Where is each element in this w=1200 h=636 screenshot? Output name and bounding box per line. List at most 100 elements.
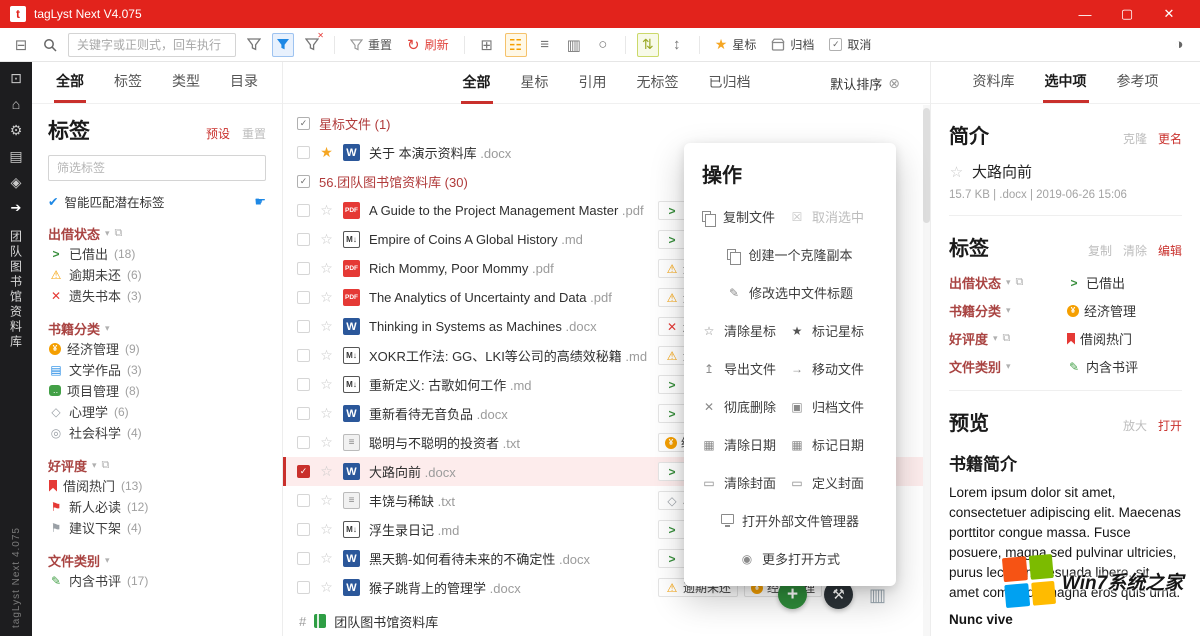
star-outline-icon[interactable]: ☆ [319,376,334,393]
paste-icon[interactable]: ⧉ [1003,332,1011,345]
file-checkbox[interactable] [297,204,310,217]
tag-item[interactable]: ◎社会科学(4) [48,422,266,443]
tag-item[interactable]: ‥项目管理(8) [48,380,266,401]
star-outline-icon[interactable]: ☆ [319,260,334,277]
file-list-scrollbar[interactable] [923,105,930,636]
tag-item[interactable]: ⚑新人必读(12) [48,496,266,517]
star-filled-icon[interactable]: ★ [319,144,334,161]
tag-filter-input[interactable] [48,155,266,181]
detail-tag-value[interactable]: ✎内含书评 [1067,357,1182,376]
filter-clear-button[interactable]: ✕ [301,33,323,57]
save-icon[interactable]: ▤ [9,149,22,163]
detail-tag-group[interactable]: 好评度▾⧉ [949,329,1067,348]
theme-toggle-button[interactable]: ◑ [1168,33,1190,57]
star-outline-icon[interactable]: ☆ [319,492,334,509]
edit-tags-link[interactable]: 编辑 [1158,242,1182,259]
file-checkbox[interactable] [297,436,310,449]
detail-tag-group[interactable]: 文件类别▾ [949,357,1067,376]
cancel-select-button[interactable]: ✓ 取消 [825,33,875,57]
file-checkbox[interactable] [297,233,310,246]
library-footer[interactable]: # 团队图书馆资料库 [283,606,930,636]
file-group-header[interactable]: ✓星标文件 (1) [283,109,930,138]
view-grid-button[interactable]: ⊞ [476,33,498,57]
tag-item[interactable]: ¥经济管理(9) [48,338,266,359]
tag-item[interactable]: ◇心理学(6) [48,401,266,422]
file-checkbox[interactable] [297,146,310,159]
tag-item[interactable]: >已借出(18) [48,243,266,264]
sort-asc-button[interactable]: ⇅ [637,33,659,57]
menu-item[interactable]: →移动文件 [790,359,878,378]
settings-gear-icon[interactable]: ⚙ [10,123,23,137]
star-outline-icon[interactable]: ☆ [319,202,334,219]
tag-item[interactable]: 借阅热门(13) [48,475,266,496]
file-checkbox[interactable] [297,320,310,333]
tag-group-header[interactable]: 文件类别▾ [48,551,266,570]
paste-icon[interactable]: ⧉ [1016,276,1024,289]
tag-icon[interactable]: ◈ [11,175,22,189]
detail-panel-tab[interactable]: 选中项 [1043,62,1089,103]
tag-item[interactable]: ✕遗失书本(3) [48,285,266,306]
tag-item[interactable]: ▤文学作品(3) [48,359,266,380]
file-panel-tab[interactable]: 已归档 [707,62,753,104]
star-outline-icon[interactable]: ☆ [319,579,334,596]
detail-tag-value[interactable]: 借阅热门 [1067,329,1182,348]
detail-panel-tab[interactable]: 参考项 [1115,62,1161,103]
file-panel-tab[interactable]: 星标 [519,62,551,104]
file-checkbox[interactable] [297,552,310,565]
menu-item[interactable]: ▭清除封面 [702,473,790,492]
tag-item[interactable]: ✎内含书评(17) [48,570,266,591]
menu-item[interactable]: ✎修改选中文件标题 [727,283,853,302]
file-checkbox[interactable] [297,291,310,304]
paste-icon[interactable]: ⧉ [102,459,110,472]
tag-item[interactable]: ⚠逾期未还(6) [48,264,266,285]
menu-item[interactable]: ◉更多打开方式 [740,549,840,568]
star-outline-icon[interactable]: ☆ [319,289,334,306]
archive-files-button[interactable]: 归档 [767,33,818,57]
tag-panel-tab[interactable]: 目录 [228,62,260,103]
file-checkbox[interactable] [297,494,310,507]
clear-tags-link[interactable]: 清除 [1123,242,1147,259]
menu-item[interactable]: ▣归档文件 [790,397,878,416]
home-icon[interactable]: ⌂ [12,97,20,111]
maximize-button[interactable]: ▢ [1106,0,1148,28]
reset-tags-link[interactable]: 重置 [242,125,266,142]
menu-item[interactable]: ☆清除星标 [702,321,790,340]
close-button[interactable]: ✕ [1148,0,1190,28]
scrollbar-thumb[interactable] [923,108,930,223]
tag-panel-tab[interactable]: 标签 [112,62,144,103]
menu-item[interactable]: ▦标记日期 [790,435,878,454]
search-button[interactable] [39,33,61,57]
refresh-button[interactable]: ↻ 刷新 [403,33,453,57]
menu-item[interactable]: ☒取消选中 [790,207,878,226]
star-outline-icon[interactable]: ☆ [319,463,334,480]
star-outline-icon[interactable]: ☆ [319,405,334,422]
view-card-button[interactable]: ▥ [563,33,585,57]
menu-item[interactable]: 复制文件 [702,207,790,226]
filter-button[interactable] [243,33,265,57]
file-panel-tab[interactable]: 引用 [577,62,609,104]
view-rows-button[interactable]: ≡ [534,33,556,57]
menu-item[interactable]: ✕彻底删除 [702,397,790,416]
library-icon[interactable]: ⊡ [10,71,22,85]
star-outline-icon[interactable]: ☆ [319,550,334,567]
detail-tag-group[interactable]: 出借状态▾⧉ [949,273,1067,292]
rename-link[interactable]: 更名 [1158,130,1182,147]
menu-item[interactable]: 打开外部文件管理器 [721,511,859,530]
minimize-button[interactable]: — [1064,0,1106,28]
group-checkbox[interactable]: ✓ [297,175,310,188]
file-checkbox[interactable] [297,262,310,275]
detail-tag-group[interactable]: 书籍分类▾ [949,301,1067,320]
star-files-button[interactable]: ★ 星标 [711,33,761,57]
view-list-button[interactable]: ☷ [505,33,527,57]
filter-active-button[interactable] [272,33,294,57]
menu-item[interactable]: ▭定义封面 [790,473,878,492]
paste-icon[interactable]: ⧉ [115,227,123,240]
menu-item[interactable]: 创建一个克隆副本 [727,245,852,264]
expand-arrow-icon[interactable]: ➔ [11,201,22,214]
smart-match-toggle[interactable]: ✔ 智能匹配潜在标签 ☛ [48,192,266,211]
clone-link[interactable]: 克隆 [1123,130,1147,147]
reset-filter-button[interactable]: 重置 [346,33,396,57]
file-checkbox[interactable] [297,378,310,391]
file-star-icon[interactable]: ☆ [949,163,964,181]
file-checkbox[interactable] [297,523,310,536]
